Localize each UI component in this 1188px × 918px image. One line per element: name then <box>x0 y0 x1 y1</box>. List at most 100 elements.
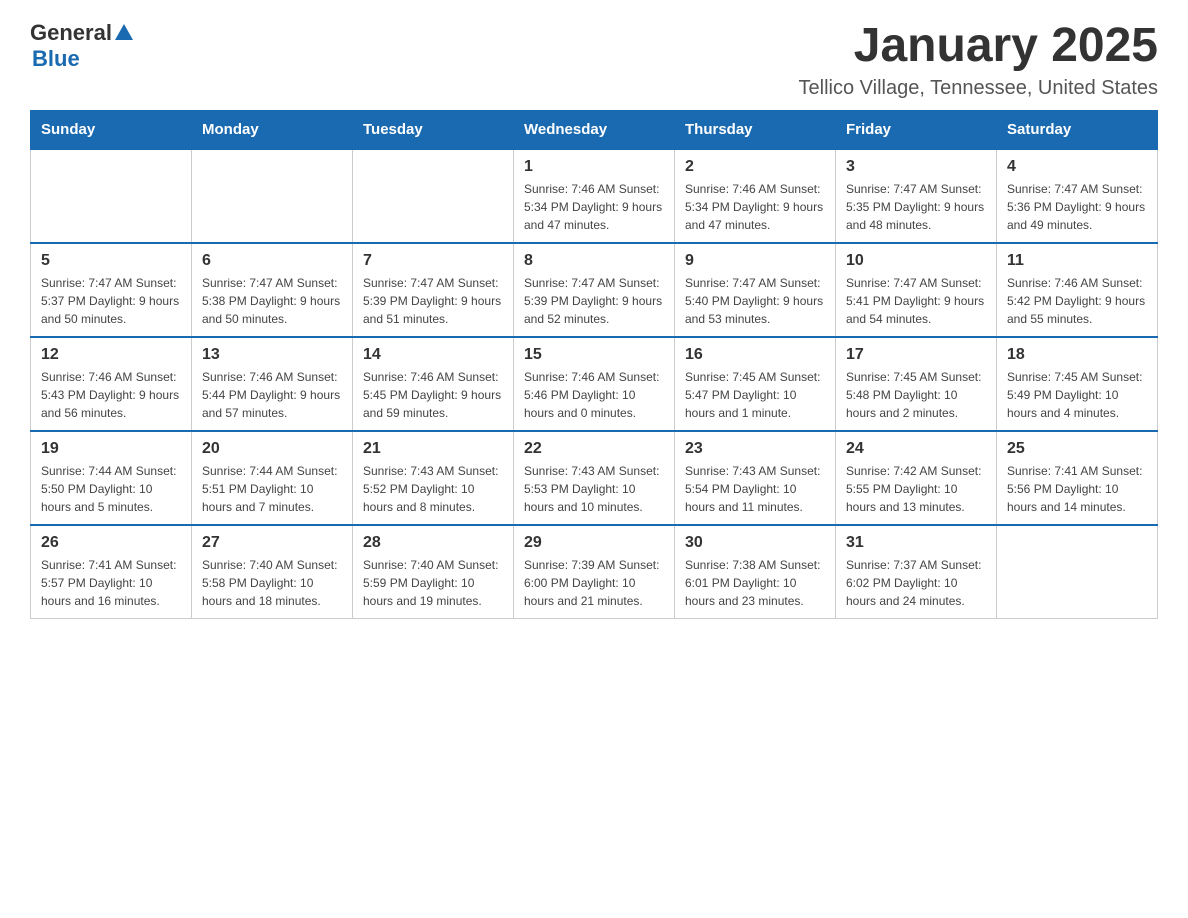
title-area: January 2025 Tellico Village, Tennessee,… <box>799 20 1158 100</box>
day-info: Sunrise: 7:47 AM Sunset: 5:35 PM Dayligh… <box>846 180 986 234</box>
calendar-day-cell: 4 Sunrise: 7:47 AM Sunset: 5:36 PM Daylig… <box>997 149 1158 243</box>
day-info: Sunrise: 7:47 AM Sunset: 5:36 PM Dayligh… <box>1007 180 1147 234</box>
day-number: 31 <box>846 534 986 552</box>
calendar-day-cell <box>31 149 192 243</box>
day-number: 28 <box>363 534 503 552</box>
calendar-day-cell: 9Sunrise: 7:47 AM Sunset: 5:40 PM Daylig… <box>675 243 836 337</box>
calendar-week-row: 5 Sunrise: 7:47 AM Sunset: 5:37 PM Daylig… <box>31 243 1158 337</box>
day-number: 12 <box>41 346 181 364</box>
day-number: 10 <box>846 252 986 270</box>
day-number: 21 <box>363 440 503 458</box>
day-info: Sunrise: 7:46 AM Sunset: 5:44 PM Dayligh… <box>202 368 342 422</box>
day-info: Sunrise: 7:44 AM Sunset: 5:51 PM Dayligh… <box>202 462 342 516</box>
day-info: Sunrise: 7:42 AM Sunset: 5:55 PM Dayligh… <box>846 462 986 516</box>
calendar-day-cell: 13 Sunrise: 7:46 AM Sunset: 5:44 PM Dayli… <box>192 337 353 431</box>
day-info: Sunrise: 7:47 AM Sunset: 5:37 PM Dayligh… <box>41 274 181 328</box>
logo-blue-text: Blue <box>32 46 80 72</box>
day-number: 22 <box>524 440 664 458</box>
calendar-day-cell: 27 Sunrise: 7:40 AM Sunset: 5:58 PM Dayli… <box>192 525 353 619</box>
day-number: 14 <box>363 346 503 364</box>
calendar-day-cell: 31 Sunrise: 7:37 AM Sunset: 6:02 PM Dayli… <box>836 525 997 619</box>
day-number: 2 <box>685 158 825 176</box>
day-number: 30 <box>685 534 825 552</box>
day-info: Sunrise: 7:40 AM Sunset: 5:59 PM Dayligh… <box>363 556 503 610</box>
calendar-day-cell: 26Sunrise: 7:41 AM Sunset: 5:57 PM Dayli… <box>31 525 192 619</box>
calendar-day-cell: 5 Sunrise: 7:47 AM Sunset: 5:37 PM Daylig… <box>31 243 192 337</box>
day-of-week-header: Sunday <box>31 110 192 149</box>
calendar-day-cell: 7 Sunrise: 7:47 AM Sunset: 5:39 PM Daylig… <box>353 243 514 337</box>
calendar-header: SundayMondayTuesdayWednesdayThursdayFrid… <box>31 110 1158 149</box>
day-info: Sunrise: 7:41 AM Sunset: 5:57 PM Dayligh… <box>41 556 181 610</box>
calendar-day-cell: 30 Sunrise: 7:38 AM Sunset: 6:01 PM Dayli… <box>675 525 836 619</box>
calendar-day-cell: 22 Sunrise: 7:43 AM Sunset: 5:53 PM Dayli… <box>514 431 675 525</box>
logo-general-text: General <box>30 20 112 46</box>
day-number: 25 <box>1007 440 1147 458</box>
day-of-week-header: Saturday <box>997 110 1158 149</box>
calendar-day-cell: 23Sunrise: 7:43 AM Sunset: 5:54 PM Dayli… <box>675 431 836 525</box>
calendar-day-cell: 19Sunrise: 7:44 AM Sunset: 5:50 PM Dayli… <box>31 431 192 525</box>
calendar-day-cell: 14 Sunrise: 7:46 AM Sunset: 5:45 PM Dayli… <box>353 337 514 431</box>
day-info: Sunrise: 7:46 AM Sunset: 5:42 PM Dayligh… <box>1007 274 1147 328</box>
calendar-day-cell: 11 Sunrise: 7:46 AM Sunset: 5:42 PM Dayli… <box>997 243 1158 337</box>
calendar-week-row: 19Sunrise: 7:44 AM Sunset: 5:50 PM Dayli… <box>31 431 1158 525</box>
page-header: General Blue January 2025 Tellico Villag… <box>30 20 1158 100</box>
day-number: 20 <box>202 440 342 458</box>
day-info: Sunrise: 7:46 AM Sunset: 5:45 PM Dayligh… <box>363 368 503 422</box>
day-number: 24 <box>846 440 986 458</box>
day-of-week-header: Monday <box>192 110 353 149</box>
calendar-table: SundayMondayTuesdayWednesdayThursdayFrid… <box>30 110 1158 619</box>
day-info: Sunrise: 7:47 AM Sunset: 5:39 PM Dayligh… <box>524 274 664 328</box>
day-info: Sunrise: 7:46 AM Sunset: 5:43 PM Dayligh… <box>41 368 181 422</box>
day-number: 3 <box>846 158 986 176</box>
day-number: 29 <box>524 534 664 552</box>
calendar-day-cell: 24 Sunrise: 7:42 AM Sunset: 5:55 PM Dayli… <box>836 431 997 525</box>
calendar-day-cell: 10Sunrise: 7:47 AM Sunset: 5:41 PM Dayli… <box>836 243 997 337</box>
day-info: Sunrise: 7:40 AM Sunset: 5:58 PM Dayligh… <box>202 556 342 610</box>
calendar-day-cell: 3 Sunrise: 7:47 AM Sunset: 5:35 PM Daylig… <box>836 149 997 243</box>
location-title: Tellico Village, Tennessee, United State… <box>799 77 1158 100</box>
calendar-day-cell: 20 Sunrise: 7:44 AM Sunset: 5:51 PM Dayli… <box>192 431 353 525</box>
calendar-day-cell: 8Sunrise: 7:47 AM Sunset: 5:39 PM Daylig… <box>514 243 675 337</box>
day-info: Sunrise: 7:46 AM Sunset: 5:46 PM Dayligh… <box>524 368 664 422</box>
day-number: 13 <box>202 346 342 364</box>
day-number: 1 <box>524 158 664 176</box>
day-of-week-header: Friday <box>836 110 997 149</box>
calendar-day-cell: 18 Sunrise: 7:45 AM Sunset: 5:49 PM Dayli… <box>997 337 1158 431</box>
day-number: 6 <box>202 252 342 270</box>
calendar-day-cell: 17Sunrise: 7:45 AM Sunset: 5:48 PM Dayli… <box>836 337 997 431</box>
day-info: Sunrise: 7:47 AM Sunset: 5:39 PM Dayligh… <box>363 274 503 328</box>
day-info: Sunrise: 7:38 AM Sunset: 6:01 PM Dayligh… <box>685 556 825 610</box>
calendar-day-cell: 25 Sunrise: 7:41 AM Sunset: 5:56 PM Dayli… <box>997 431 1158 525</box>
day-info: Sunrise: 7:46 AM Sunset: 5:34 PM Dayligh… <box>524 180 664 234</box>
day-info: Sunrise: 7:43 AM Sunset: 5:52 PM Dayligh… <box>363 462 503 516</box>
day-number: 5 <box>41 252 181 270</box>
day-number: 18 <box>1007 346 1147 364</box>
logo-triangle-icon <box>115 24 133 45</box>
day-number: 7 <box>363 252 503 270</box>
day-info: Sunrise: 7:47 AM Sunset: 5:40 PM Dayligh… <box>685 274 825 328</box>
days-of-week-row: SundayMondayTuesdayWednesdayThursdayFrid… <box>31 110 1158 149</box>
day-info: Sunrise: 7:41 AM Sunset: 5:56 PM Dayligh… <box>1007 462 1147 516</box>
month-title: January 2025 <box>799 20 1158 73</box>
day-info: Sunrise: 7:37 AM Sunset: 6:02 PM Dayligh… <box>846 556 986 610</box>
calendar-day-cell: 29 Sunrise: 7:39 AM Sunset: 6:00 PM Dayli… <box>514 525 675 619</box>
calendar-week-row: 12 Sunrise: 7:46 AM Sunset: 5:43 PM Dayli… <box>31 337 1158 431</box>
day-number: 27 <box>202 534 342 552</box>
day-number: 17 <box>846 346 986 364</box>
calendar-day-cell <box>997 525 1158 619</box>
calendar-day-cell: 16Sunrise: 7:45 AM Sunset: 5:47 PM Dayli… <box>675 337 836 431</box>
day-number: 11 <box>1007 252 1147 270</box>
calendar-day-cell: 21 Sunrise: 7:43 AM Sunset: 5:52 PM Dayli… <box>353 431 514 525</box>
calendar-day-cell <box>192 149 353 243</box>
day-info: Sunrise: 7:44 AM Sunset: 5:50 PM Dayligh… <box>41 462 181 516</box>
day-info: Sunrise: 7:39 AM Sunset: 6:00 PM Dayligh… <box>524 556 664 610</box>
calendar-week-row: 26Sunrise: 7:41 AM Sunset: 5:57 PM Dayli… <box>31 525 1158 619</box>
day-info: Sunrise: 7:43 AM Sunset: 5:53 PM Dayligh… <box>524 462 664 516</box>
day-of-week-header: Wednesday <box>514 110 675 149</box>
day-of-week-header: Tuesday <box>353 110 514 149</box>
day-number: 4 <box>1007 158 1147 176</box>
day-number: 23 <box>685 440 825 458</box>
calendar-day-cell: 1 Sunrise: 7:46 AM Sunset: 5:34 PM Daylig… <box>514 149 675 243</box>
day-info: Sunrise: 7:45 AM Sunset: 5:49 PM Dayligh… <box>1007 368 1147 422</box>
calendar-week-row: 1 Sunrise: 7:46 AM Sunset: 5:34 PM Daylig… <box>31 149 1158 243</box>
